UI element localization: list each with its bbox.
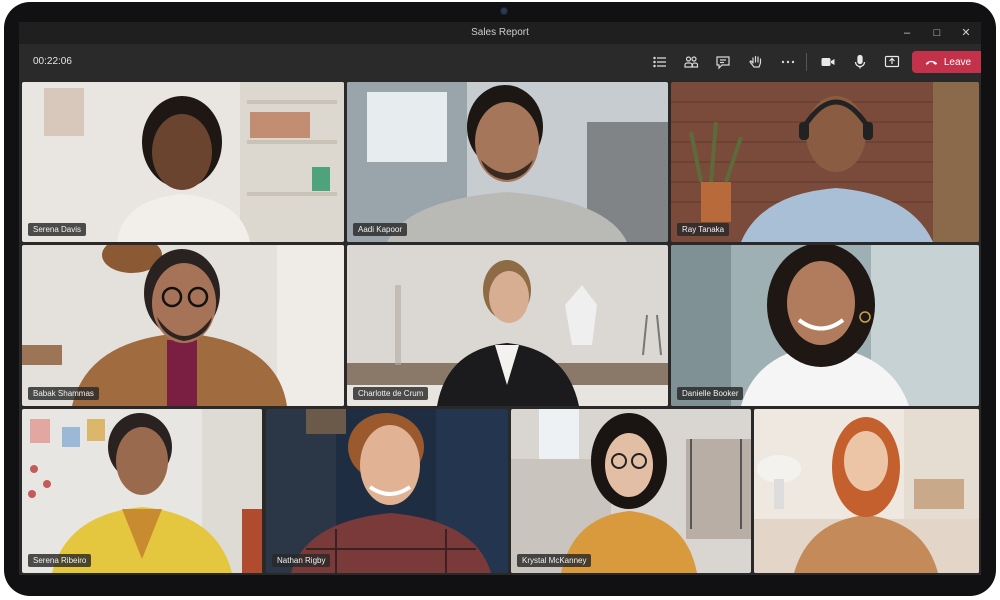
video-tile[interactable] [754,409,979,573]
video-tile[interactable]: Serena Davis [22,82,344,242]
maximize-button[interactable]: □ [924,24,950,42]
participant-name: Charlotte de Crum [353,387,429,400]
video-tile[interactable]: Krystal McKanney [511,409,751,573]
video-tile[interactable]: Nathan Rigby [266,409,508,573]
chat-button[interactable] [711,51,735,73]
chat-icon [716,56,730,70]
microphone-button[interactable] [848,51,872,73]
video-grid: Serena Davis Aadi Kapoor Ray Tanaka Baba… [19,80,981,575]
participant-video [671,245,979,406]
participant-name: Danielle Booker [677,387,744,400]
toolbar-divider [806,53,807,71]
participants-list-icon [653,56,666,68]
more-options-button[interactable] [776,51,800,73]
video-tile[interactable]: Aadi Kapoor [347,82,668,242]
participant-video [347,82,668,242]
participant-name: Serena Davis [28,223,87,236]
close-window-button[interactable]: ✕ [953,24,979,42]
raise-hand-button[interactable] [744,51,768,73]
participant-video [511,409,751,573]
minimize-button[interactable]: – [894,24,920,42]
video-tile[interactable]: Charlotte de Crum [347,245,668,406]
window-title: Sales Report [471,27,529,38]
participant-video [347,245,668,406]
people-button[interactable] [679,51,703,73]
participant-name: Serena Ribeiro [28,554,92,567]
video-tile[interactable]: Babak Shammas [22,245,344,406]
people-icon [684,56,699,68]
participant-video [754,409,979,573]
participants-list-button[interactable] [648,51,672,73]
share-screen-button[interactable] [880,51,904,73]
camera-button[interactable] [816,51,840,73]
participant-name: Ray Tanaka [677,223,730,236]
leave-label: Leave [943,56,972,68]
participant-video [671,82,979,242]
participant-video [22,245,344,406]
raise-hand-icon [749,55,762,68]
webcam-lens [501,8,507,14]
participant-name: Nathan Rigby [272,554,331,567]
teams-window: Sales Report – □ ✕ 00:22:06 Leave Serena… [19,22,981,575]
participant-video [22,82,344,242]
participant-name: Aadi Kapoor [353,223,408,236]
video-tile[interactable]: Ray Tanaka [671,82,979,242]
participant-video [266,409,508,573]
meeting-toolbar: 00:22:06 Leave [19,44,981,80]
participant-name: Babak Shammas [28,387,99,400]
meeting-timer: 00:22:06 [33,56,72,67]
more-options-icon [781,60,795,64]
participant-video [22,409,262,573]
microphone-icon [854,54,866,69]
hang-up-icon [925,60,938,65]
video-tile[interactable]: Danielle Booker [671,245,979,406]
participant-name: Krystal McKanney [517,554,592,567]
leave-button[interactable]: Leave [912,51,981,73]
tablet-frame: Sales Report – □ ✕ 00:22:06 Leave Serena… [4,2,996,596]
share-screen-icon [884,55,900,68]
video-tile[interactable]: Serena Ribeiro [22,409,262,573]
title-bar: Sales Report – □ ✕ [19,22,981,44]
camera-icon [821,58,835,66]
